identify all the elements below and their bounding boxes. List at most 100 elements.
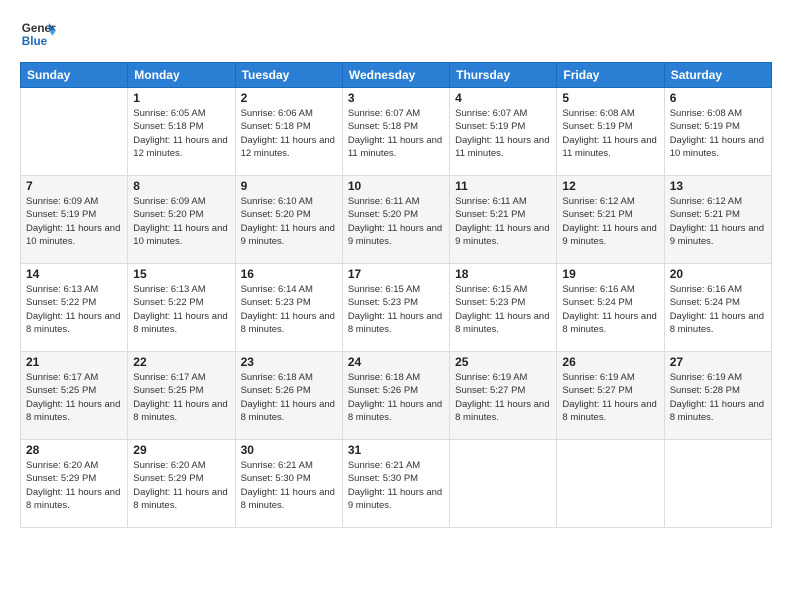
day-number: 25	[455, 355, 551, 369]
calendar-cell: 31Sunrise: 6:21 AMSunset: 5:30 PMDayligh…	[342, 440, 449, 528]
calendar-cell: 25 Sunrise: 6:19 AMSunset: 5:27 PMDayligh…	[450, 352, 557, 440]
day-number: 18	[455, 267, 551, 281]
calendar-cell: 6 Sunrise: 6:08 AMSunset: 5:19 PMDaylight…	[664, 88, 771, 176]
calendar-week-4: 21Sunrise: 6:17 AMSunset: 5:25 PMDayligh…	[21, 352, 772, 440]
calendar-cell: 4 Sunrise: 6:07 AMSunset: 5:19 PMDaylight…	[450, 88, 557, 176]
day-info: Sunrise: 6:20 AMSunset: 5:29 PMDaylight:…	[26, 459, 122, 512]
calendar-cell: 11 Sunrise: 6:11 AMSunset: 5:21 PMDayligh…	[450, 176, 557, 264]
calendar-cell: 3 Sunrise: 6:07 AMSunset: 5:18 PMDaylight…	[342, 88, 449, 176]
day-number: 5	[562, 91, 658, 105]
day-number: 26	[562, 355, 658, 369]
calendar-cell: 27 Sunrise: 6:19 AMSunset: 5:28 PMDayligh…	[664, 352, 771, 440]
weekday-header-row: SundayMondayTuesdayWednesdayThursdayFrid…	[21, 63, 772, 88]
day-info: Sunrise: 6:19 AMSunset: 5:27 PMDaylight:…	[562, 371, 658, 424]
day-info: Sunrise: 6:11 AMSunset: 5:20 PMDaylight:…	[348, 195, 444, 248]
calendar-week-5: 28 Sunrise: 6:20 AMSunset: 5:29 PMDayligh…	[21, 440, 772, 528]
svg-text:Blue: Blue	[22, 35, 48, 48]
day-number: 9	[241, 179, 337, 193]
logo-icon: General Blue	[20, 16, 56, 52]
day-info: Sunrise: 6:13 AMSunset: 5:22 PMDaylight:…	[133, 283, 229, 336]
day-number: 14	[26, 267, 122, 281]
day-number: 30	[241, 443, 337, 457]
calendar-cell: 2 Sunrise: 6:06 AMSunset: 5:18 PMDaylight…	[235, 88, 342, 176]
header: General Blue	[20, 16, 772, 52]
calendar-cell: 5Sunrise: 6:08 AMSunset: 5:19 PMDaylight…	[557, 88, 664, 176]
day-info: Sunrise: 6:19 AMSunset: 5:27 PMDaylight:…	[455, 371, 551, 424]
calendar-cell: 14 Sunrise: 6:13 AMSunset: 5:22 PMDayligh…	[21, 264, 128, 352]
day-info: Sunrise: 6:13 AMSunset: 5:22 PMDaylight:…	[26, 283, 122, 336]
calendar-cell: 23 Sunrise: 6:18 AMSunset: 5:26 PMDayligh…	[235, 352, 342, 440]
calendar-cell: 29Sunrise: 6:20 AMSunset: 5:29 PMDayligh…	[128, 440, 235, 528]
day-number: 23	[241, 355, 337, 369]
day-number: 3	[348, 91, 444, 105]
calendar-cell: 13Sunrise: 6:12 AMSunset: 5:21 PMDayligh…	[664, 176, 771, 264]
day-number: 24	[348, 355, 444, 369]
day-info: Sunrise: 6:14 AMSunset: 5:23 PMDaylight:…	[241, 283, 337, 336]
day-number: 8	[133, 179, 229, 193]
calendar-cell: 18 Sunrise: 6:15 AMSunset: 5:23 PMDayligh…	[450, 264, 557, 352]
day-info: Sunrise: 6:17 AMSunset: 5:25 PMDaylight:…	[133, 371, 229, 424]
calendar-cell: 22 Sunrise: 6:17 AMSunset: 5:25 PMDayligh…	[128, 352, 235, 440]
calendar-week-1: 1 Sunrise: 6:05 AMSunset: 5:18 PMDaylight…	[21, 88, 772, 176]
day-info: Sunrise: 6:20 AMSunset: 5:29 PMDaylight:…	[133, 459, 229, 512]
weekday-header-saturday: Saturday	[664, 63, 771, 88]
day-info: Sunrise: 6:21 AMSunset: 5:30 PMDaylight:…	[241, 459, 337, 512]
day-info: Sunrise: 6:15 AMSunset: 5:23 PMDaylight:…	[455, 283, 551, 336]
day-info: Sunrise: 6:15 AMSunset: 5:23 PMDaylight:…	[348, 283, 444, 336]
day-number: 22	[133, 355, 229, 369]
day-number: 12	[562, 179, 658, 193]
calendar-cell	[664, 440, 771, 528]
day-number: 10	[348, 179, 444, 193]
day-number: 20	[670, 267, 766, 281]
day-info: Sunrise: 6:12 AMSunset: 5:21 PMDaylight:…	[562, 195, 658, 248]
day-info: Sunrise: 6:06 AMSunset: 5:18 PMDaylight:…	[241, 107, 337, 160]
day-number: 11	[455, 179, 551, 193]
calendar-table: SundayMondayTuesdayWednesdayThursdayFrid…	[20, 62, 772, 528]
day-info: Sunrise: 6:07 AMSunset: 5:19 PMDaylight:…	[455, 107, 551, 160]
calendar-cell	[21, 88, 128, 176]
calendar-cell: 24 Sunrise: 6:18 AMSunset: 5:26 PMDayligh…	[342, 352, 449, 440]
calendar-cell: 8Sunrise: 6:09 AMSunset: 5:20 PMDaylight…	[128, 176, 235, 264]
day-number: 16	[241, 267, 337, 281]
calendar-cell: 20 Sunrise: 6:16 AMSunset: 5:24 PMDayligh…	[664, 264, 771, 352]
day-info: Sunrise: 6:17 AMSunset: 5:25 PMDaylight:…	[26, 371, 122, 424]
calendar-cell	[450, 440, 557, 528]
weekday-header-monday: Monday	[128, 63, 235, 88]
day-info: Sunrise: 6:19 AMSunset: 5:28 PMDaylight:…	[670, 371, 766, 424]
day-info: Sunrise: 6:05 AMSunset: 5:18 PMDaylight:…	[133, 107, 229, 160]
day-number: 31	[348, 443, 444, 457]
day-number: 27	[670, 355, 766, 369]
calendar-cell: 19 Sunrise: 6:16 AMSunset: 5:24 PMDayligh…	[557, 264, 664, 352]
calendar-week-3: 14 Sunrise: 6:13 AMSunset: 5:22 PMDayligh…	[21, 264, 772, 352]
day-number: 13	[670, 179, 766, 193]
weekday-header-tuesday: Tuesday	[235, 63, 342, 88]
calendar-cell: 21Sunrise: 6:17 AMSunset: 5:25 PMDayligh…	[21, 352, 128, 440]
day-number: 2	[241, 91, 337, 105]
weekday-header-wednesday: Wednesday	[342, 63, 449, 88]
logo: General Blue	[20, 16, 56, 52]
day-number: 28	[26, 443, 122, 457]
day-info: Sunrise: 6:11 AMSunset: 5:21 PMDaylight:…	[455, 195, 551, 248]
day-info: Sunrise: 6:16 AMSunset: 5:24 PMDaylight:…	[562, 283, 658, 336]
day-info: Sunrise: 6:18 AMSunset: 5:26 PMDaylight:…	[348, 371, 444, 424]
day-number: 17	[348, 267, 444, 281]
day-info: Sunrise: 6:16 AMSunset: 5:24 PMDaylight:…	[670, 283, 766, 336]
day-info: Sunrise: 6:18 AMSunset: 5:26 PMDaylight:…	[241, 371, 337, 424]
day-number: 4	[455, 91, 551, 105]
weekday-header-thursday: Thursday	[450, 63, 557, 88]
day-info: Sunrise: 6:07 AMSunset: 5:18 PMDaylight:…	[348, 107, 444, 160]
calendar-week-2: 7Sunrise: 6:09 AMSunset: 5:19 PMDaylight…	[21, 176, 772, 264]
calendar-cell: 10 Sunrise: 6:11 AMSunset: 5:20 PMDayligh…	[342, 176, 449, 264]
day-number: 15	[133, 267, 229, 281]
day-number: 6	[670, 91, 766, 105]
day-number: 19	[562, 267, 658, 281]
day-info: Sunrise: 6:08 AMSunset: 5:19 PMDaylight:…	[670, 107, 766, 160]
calendar-cell: 17 Sunrise: 6:15 AMSunset: 5:23 PMDayligh…	[342, 264, 449, 352]
calendar-cell: 28 Sunrise: 6:20 AMSunset: 5:29 PMDayligh…	[21, 440, 128, 528]
calendar-cell: 7Sunrise: 6:09 AMSunset: 5:19 PMDaylight…	[21, 176, 128, 264]
day-number: 1	[133, 91, 229, 105]
calendar-cell: 16 Sunrise: 6:14 AMSunset: 5:23 PMDayligh…	[235, 264, 342, 352]
calendar-cell	[557, 440, 664, 528]
page: General Blue SundayMondayTuesdayWednesda…	[0, 0, 792, 612]
weekday-header-friday: Friday	[557, 63, 664, 88]
